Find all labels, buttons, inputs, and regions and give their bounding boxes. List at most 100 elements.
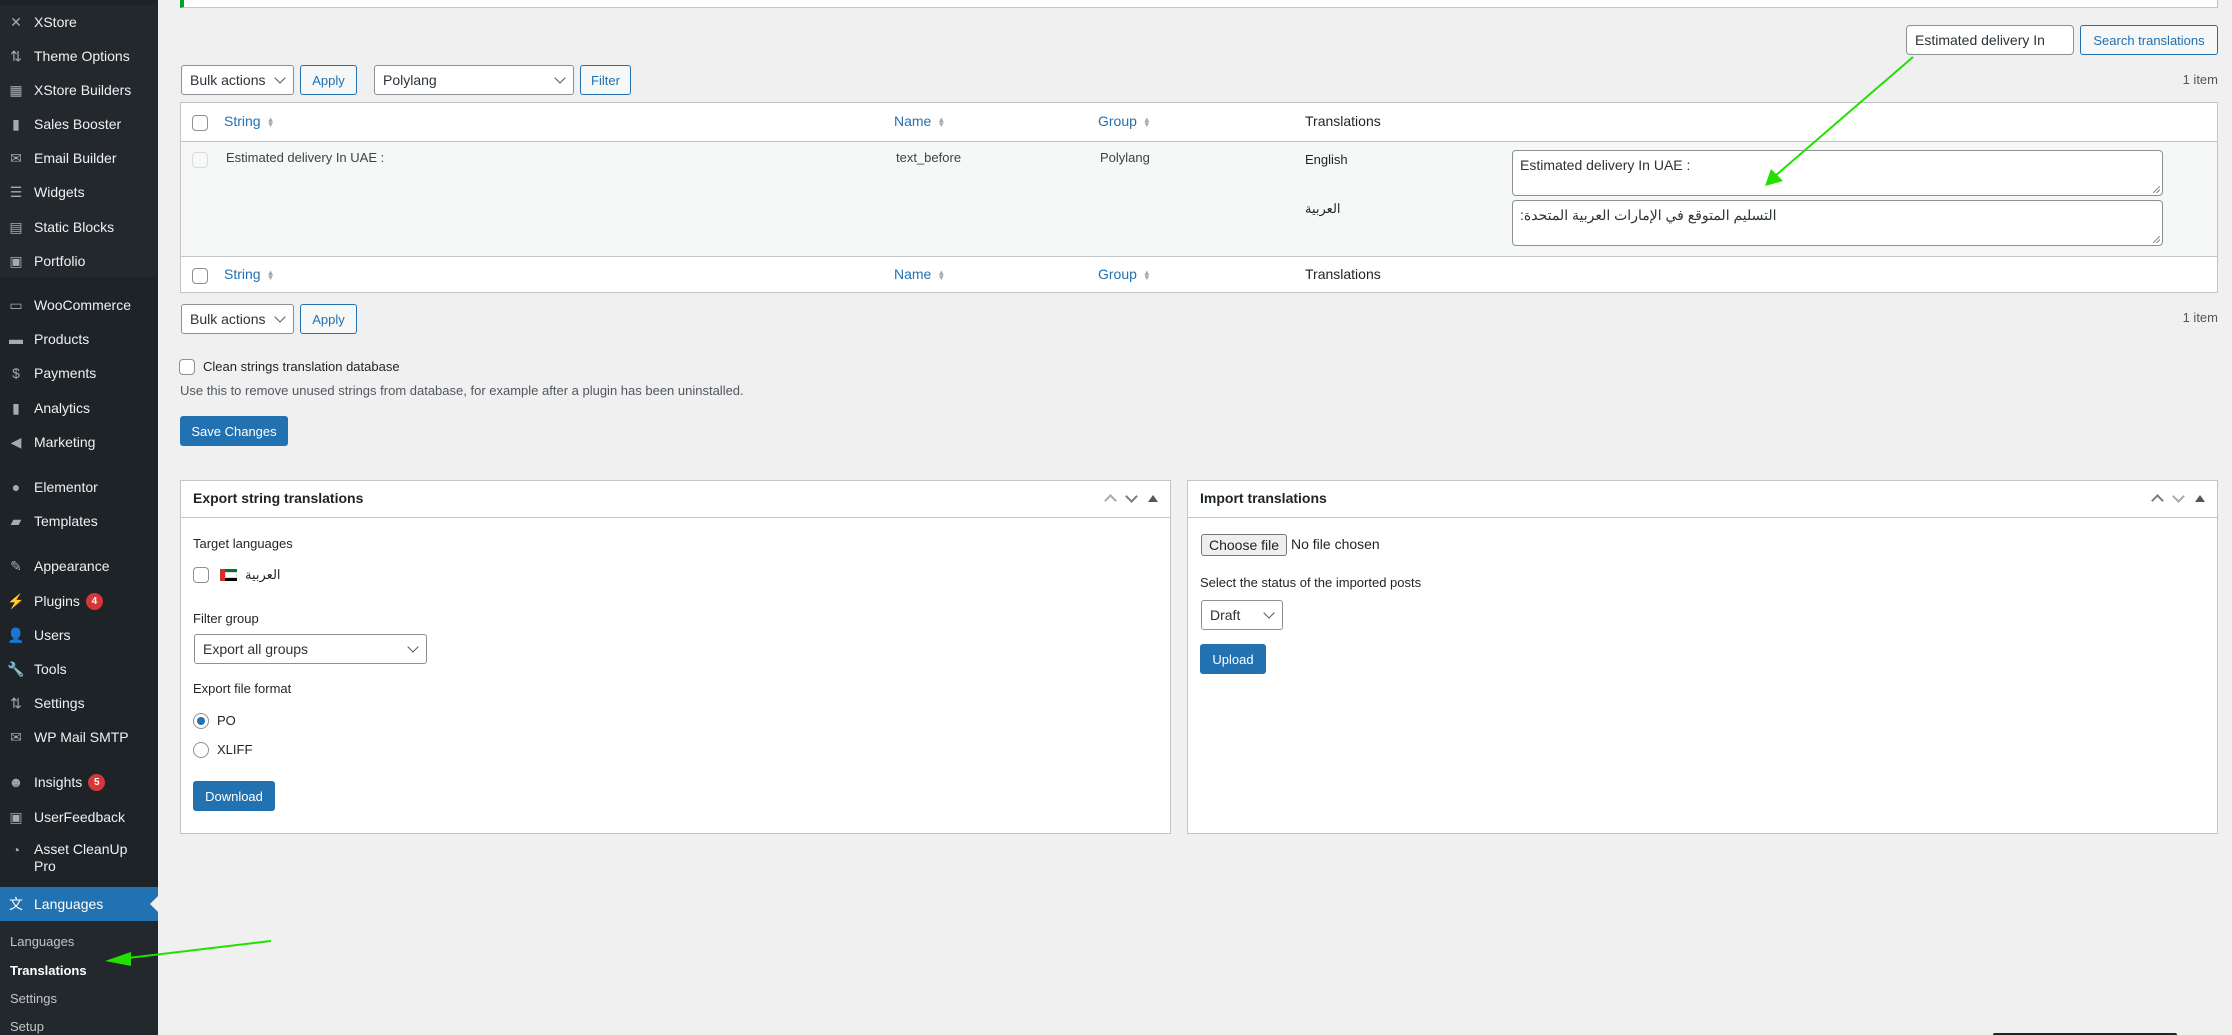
- admin-notice: [180, 0, 2218, 8]
- sliders-icon: ⇅: [10, 47, 22, 64]
- sidebar-item-static-blocks[interactable]: ▤ Static Blocks: [0, 210, 158, 244]
- sidebar-item-wp-mail-smtp[interactable]: ✉ WP Mail SMTP: [0, 720, 158, 754]
- sidebar-item-plugins[interactable]: ⚡ Plugins 4: [0, 584, 158, 618]
- select-all-checkbox[interactable]: [192, 115, 208, 131]
- select-all-checkbox-bottom[interactable]: [192, 268, 208, 284]
- sidebar-item-xstore[interactable]: ✕ XStore: [0, 5, 158, 39]
- dollar-icon: $: [12, 365, 20, 381]
- archive-icon: ▬: [9, 331, 23, 347]
- clean-database-help: Use this to remove unused strings from d…: [180, 383, 744, 398]
- sidebar-item-appearance[interactable]: ✎ Appearance: [0, 549, 158, 583]
- bulk-actions-select-top[interactable]: Bulk actions: [181, 65, 294, 95]
- sidebar-item-asset-cleanup[interactable]: ◔ Asset CleanUp Pro: [0, 836, 158, 880]
- download-button[interactable]: Download: [193, 781, 275, 811]
- submenu-languages[interactable]: Languages: [10, 934, 74, 949]
- xstore-icon: ✕: [10, 13, 22, 30]
- sidebar-item-theme-options[interactable]: ⇅ Theme Options: [0, 39, 158, 73]
- submenu-settings[interactable]: Settings: [10, 991, 57, 1006]
- translation-textarea-arabic[interactable]: التسليم المتوقع في الإمارات العربية المت…: [1512, 200, 2163, 246]
- bulk-actions-select-bottom[interactable]: Bulk actions: [181, 304, 294, 334]
- row-checkbox[interactable]: [192, 152, 208, 168]
- translate-icon: 文: [9, 896, 23, 912]
- mail-arrow-icon: ✉: [10, 728, 22, 745]
- sidebar-item-analytics[interactable]: ▮ Analytics: [0, 391, 158, 425]
- translation-textarea-english[interactable]: Estimated delivery In UAE :: [1512, 150, 2163, 196]
- format-xliff-label: XLIFF: [217, 742, 253, 757]
- gauge-icon: ◔: [11, 842, 21, 858]
- table-row: Estimated delivery In UAE : text_before …: [181, 141, 2217, 257]
- sidebar-item-sales-booster[interactable]: ▮ Sales Booster: [0, 107, 158, 141]
- chevron-down-icon: [1263, 607, 1275, 619]
- admin-sidebar: ✕ XStore ⇅ Theme Options ▦ XStore Builders …: [0, 0, 158, 1035]
- move-up-icon[interactable]: [2151, 494, 2164, 507]
- move-up-icon[interactable]: [1104, 494, 1117, 507]
- move-down-icon[interactable]: [1125, 489, 1138, 503]
- column-string[interactable]: String ▲ ▼: [224, 113, 275, 129]
- column-group[interactable]: Group ▲ ▼: [1098, 113, 1151, 129]
- sidebar-item-insights[interactable]: ☻ Insights 5: [0, 765, 158, 799]
- sidebar-item-widgets[interactable]: ☰ Widgets: [0, 175, 158, 209]
- sidebar-item-payments[interactable]: $ Payments: [0, 356, 158, 390]
- filter-button[interactable]: Filter: [580, 65, 631, 95]
- widgets-icon: ☰: [9, 183, 23, 200]
- uae-flag-icon: [220, 569, 237, 581]
- clean-database-checkbox[interactable]: [179, 359, 195, 375]
- blocks-icon: ▤: [9, 218, 23, 235]
- search-translations-button[interactable]: Search translations: [2080, 25, 2218, 55]
- sidebar-item-userfeedback[interactable]: ▣ UserFeedback: [0, 800, 158, 834]
- column-group-footer[interactable]: Group ▲ ▼: [1098, 266, 1151, 282]
- submenu-setup[interactable]: Setup: [10, 1019, 44, 1034]
- choose-file-button[interactable]: Choose file: [1201, 534, 1288, 556]
- format-po-label: PO: [217, 713, 236, 728]
- column-name[interactable]: Name ▲ ▼: [894, 113, 945, 129]
- target-language-checkbox[interactable]: [193, 567, 209, 583]
- export-panel: Export string translations Target langua…: [180, 480, 1171, 834]
- format-po-radio[interactable]: [193, 713, 209, 729]
- import-panel: Import translations Choose file No file …: [1187, 480, 2218, 834]
- collapse-toggle-icon[interactable]: [1148, 494, 1158, 502]
- file-status-text: No file chosen: [1291, 536, 1380, 552]
- collapse-toggle-icon[interactable]: [2195, 494, 2205, 502]
- sort-icon: ▲ ▼: [937, 268, 946, 283]
- sidebar-item-portfolio[interactable]: ▣ Portfolio: [0, 244, 158, 278]
- sidebar-item-xstore-builders[interactable]: ▦ XStore Builders: [0, 73, 158, 107]
- monster-icon: ☻: [8, 774, 24, 790]
- sidebar-item-tools[interactable]: 🔧 Tools: [0, 652, 158, 686]
- sidebar-item-templates[interactable]: ▰ Templates: [0, 504, 158, 538]
- search-input[interactable]: Estimated delivery In: [1906, 25, 2074, 55]
- insights-badge: 5: [88, 773, 106, 791]
- woo-icon: ▭: [9, 296, 23, 313]
- lang-label-arabic: العربية: [1305, 201, 1341, 216]
- sidebar-item-marketing[interactable]: ◀ Marketing: [0, 425, 158, 459]
- lang-label-english: English: [1305, 152, 1348, 167]
- column-name-footer[interactable]: Name ▲ ▼: [894, 266, 945, 282]
- portfolio-icon: ▣: [9, 252, 23, 269]
- upload-button[interactable]: Upload: [1200, 644, 1266, 674]
- table-header: String ▲ ▼ Name ▲ ▼ Group ▲ ▼ Translations: [181, 103, 2217, 141]
- submenu-translations[interactable]: Translations: [10, 963, 87, 978]
- sidebar-item-woocommerce[interactable]: ▭ WooCommerce: [0, 288, 158, 322]
- sidebar-item-elementor[interactable]: ● Elementor: [0, 470, 158, 504]
- apply-button-bottom[interactable]: Apply: [300, 304, 357, 334]
- name-value: text_before: [896, 150, 962, 165]
- sidebar-item-users[interactable]: 👤 Users: [0, 618, 158, 652]
- sidebar-item-products[interactable]: ▬ Products: [0, 322, 158, 356]
- save-changes-button[interactable]: Save Changes: [180, 416, 288, 446]
- folder-icon: ▰: [10, 512, 22, 529]
- chevron-down-icon: [274, 72, 286, 84]
- filter-group-select[interactable]: Export all groups: [194, 634, 427, 664]
- plugins-update-badge: 4: [85, 592, 103, 610]
- chevron-down-icon: [554, 72, 566, 84]
- move-down-icon[interactable]: [2172, 489, 2185, 503]
- sidebar-item-email-builder[interactable]: ✉ Email Builder: [0, 141, 158, 175]
- table-footer: String ▲ ▼ Name ▲ ▼ Group ▲ ▼ Translations: [181, 257, 2217, 295]
- sidebar-item-languages[interactable]: 文 Languages: [0, 887, 158, 921]
- format-xliff-radio[interactable]: [193, 742, 209, 758]
- group-filter-select[interactable]: Polylang: [374, 65, 574, 95]
- import-status-select[interactable]: Draft: [1201, 600, 1283, 630]
- apply-button-top[interactable]: Apply: [300, 65, 357, 95]
- column-string-footer[interactable]: String ▲ ▼: [224, 266, 275, 282]
- group-value: Polylang: [1100, 150, 1150, 165]
- sidebar-item-settings[interactable]: ⇅ Settings: [0, 686, 158, 720]
- feedback-icon: ▣: [9, 808, 23, 825]
